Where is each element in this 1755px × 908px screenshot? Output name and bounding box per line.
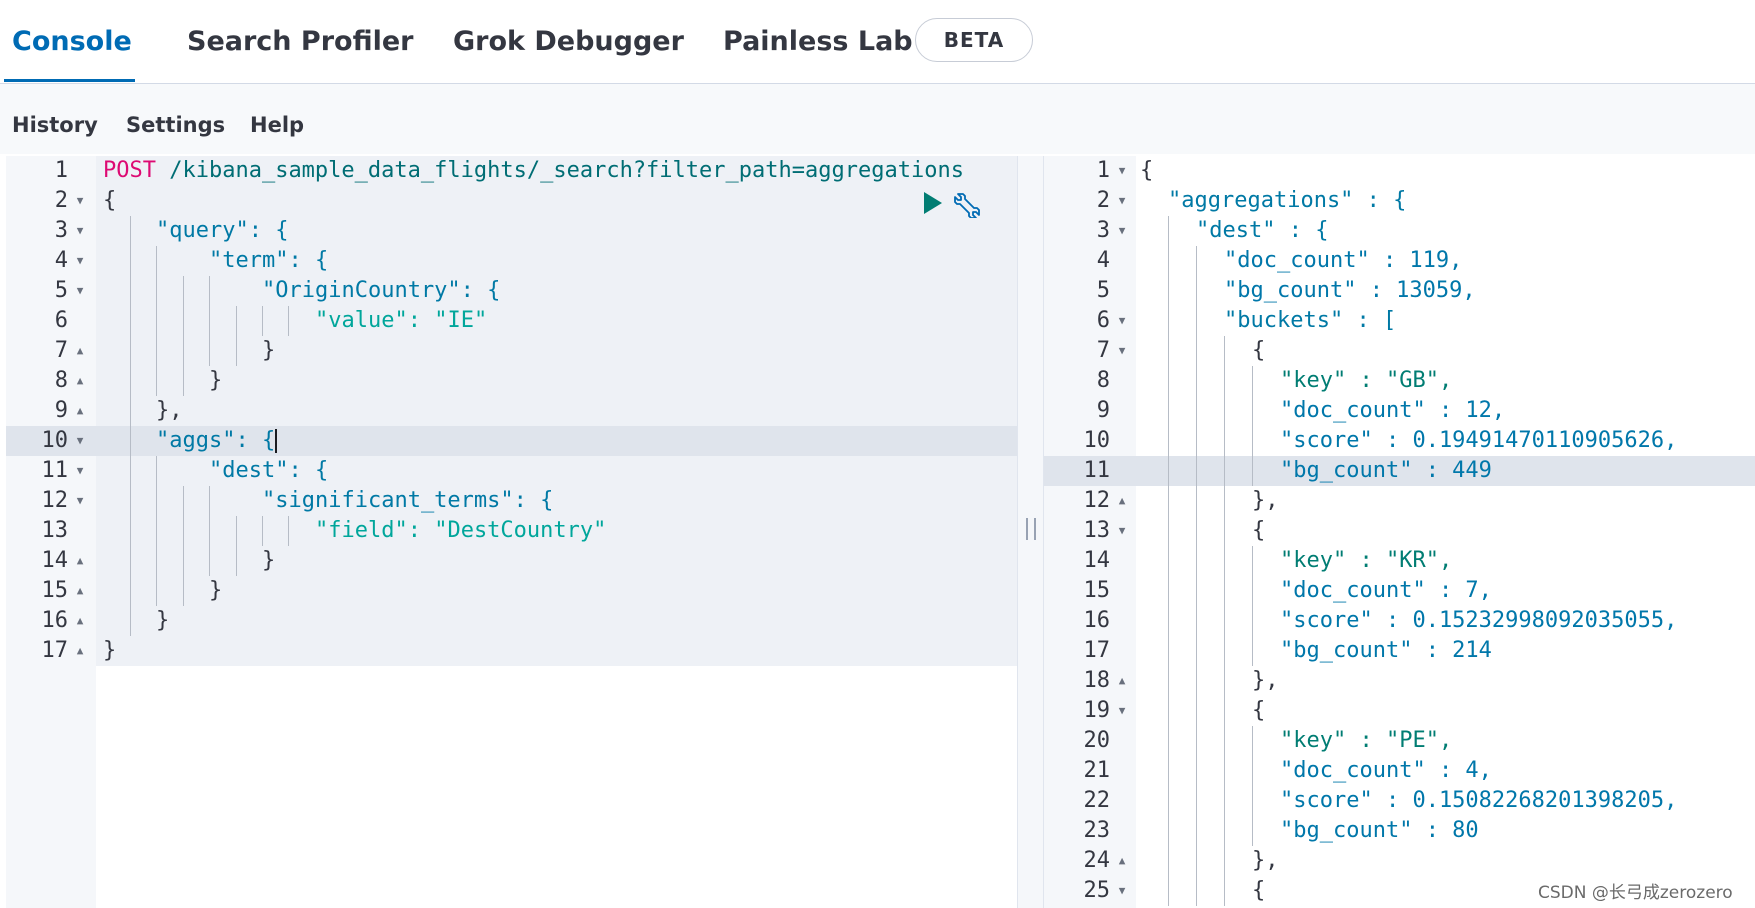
fold-arrow-icon[interactable]: ▼ [1115,306,1129,336]
code-line: 11 ▼ "dest": { [6,456,328,486]
menu-help[interactable]: Help [250,110,304,140]
fold-arrow-icon[interactable]: ▲ [73,606,87,636]
fold-arrow-icon[interactable]: ▲ [1115,666,1129,696]
line-number: 1 [54,158,68,183]
code-line: 3 ▼ "query": { [6,216,288,246]
text-cursor [275,429,278,453]
watermark: CSDN @长弓成zerozero [1538,883,1733,903]
fold-arrow-icon[interactable]: ▼ [73,216,87,246]
fold-arrow-icon[interactable]: ▼ [73,186,87,216]
fold-arrow-icon[interactable]: ▲ [73,636,87,666]
code-line: 2 ▼ { [6,186,117,216]
fold-arrow-icon[interactable]: ▼ [73,276,87,306]
code-line: 17 ▲ } [6,636,117,666]
top-tab-bar: Console Search Profiler Grok Debugger Pa… [0,0,1755,84]
fold-arrow-icon[interactable]: ▼ [1115,156,1129,186]
code-line: 14 ▲ } [6,546,275,576]
code-line: 7 ▲ } [6,336,275,366]
request-method: POST [103,158,156,183]
tab-console[interactable]: Console [12,22,132,62]
wrench-icon[interactable] [954,190,982,218]
pane-resizer[interactable] [1017,156,1044,908]
fold-arrow-icon[interactable]: ▼ [73,456,87,486]
console-menu-bar: History Settings Help [0,84,1755,154]
tab-grok-debugger[interactable]: Grok Debugger [453,22,684,62]
beta-badge: BETA [915,18,1033,62]
fold-arrow-icon[interactable]: ▲ [1115,846,1129,876]
response-viewer[interactable]: 1 ▼{ 2 ▼ "aggregations" : { 3 ▼ "dest" : { 4 "… [1044,156,1755,908]
code-line: 6 "value": "IE" [6,306,487,336]
active-tab-indicator [4,79,135,82]
fold-arrow-icon[interactable]: ▼ [1115,216,1129,246]
fold-arrow-icon[interactable]: ▲ [73,546,87,576]
code-line: 12 ▼ "significant_terms": { [6,486,553,516]
fold-arrow-icon[interactable]: ▼ [1115,696,1129,726]
fold-arrow-icon[interactable]: ▼ [73,486,87,516]
request-path: /kibana_sample_data_flights/_search?filt… [169,158,964,183]
code-line: 16 ▲ } [6,606,169,636]
play-icon[interactable] [924,192,942,214]
code-line: 5 ▼ "OriginCountry": { [6,276,500,306]
fold-arrow-icon[interactable]: ▲ [73,396,87,426]
fold-arrow-icon[interactable]: ▲ [73,336,87,366]
code-line: 4 ▼ "term": { [6,246,328,276]
fold-arrow-icon[interactable]: ▲ [73,366,87,396]
code-line: 1 POST /kibana_sample_data_flights/_sear… [6,156,964,186]
fold-arrow-icon[interactable]: ▲ [1115,486,1129,516]
fold-arrow-icon[interactable]: ▼ [73,246,87,276]
menu-settings[interactable]: Settings [126,110,225,140]
code-line: 13 "field": "DestCountry" [6,516,606,546]
code-line: 10 ▼ "aggs": { [6,426,278,456]
fold-arrow-icon[interactable]: ▼ [1115,876,1129,906]
fold-arrow-icon[interactable]: ▼ [1115,336,1129,366]
code-line: 15 ▲ } [6,576,222,606]
fold-arrow-icon[interactable]: ▼ [73,426,87,456]
resize-grip-icon [1026,518,1036,540]
fold-arrow-icon[interactable]: ▼ [1115,186,1129,216]
tab-search-profiler[interactable]: Search Profiler [187,22,413,62]
code-line: 8 ▲ } [6,366,222,396]
tab-painless-lab[interactable]: Painless Lab [723,22,913,62]
code-line: 9 ▲ }, [6,396,183,426]
request-actions [924,190,994,218]
fold-arrow-icon[interactable]: ▲ [73,576,87,606]
request-editor[interactable]: 1 POST /kibana_sample_data_flights/_sear… [6,156,1017,908]
menu-history[interactable]: History [12,110,98,140]
fold-arrow-icon[interactable]: ▼ [1115,516,1129,546]
